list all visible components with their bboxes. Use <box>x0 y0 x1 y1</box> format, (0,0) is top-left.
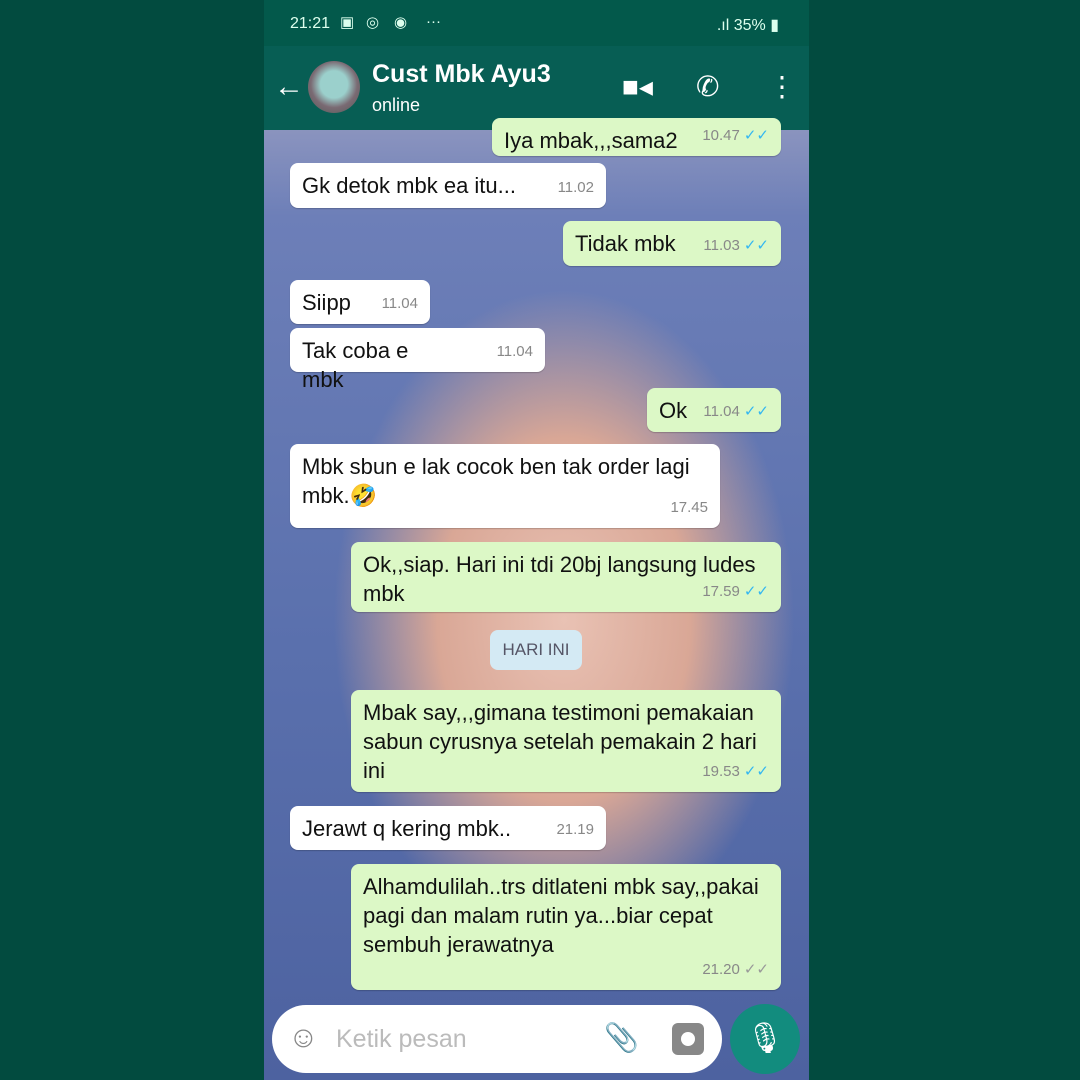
contact-name[interactable]: Cust Mbk Ayu3 <box>372 60 551 89</box>
message-input-bar: ☺ Ketik pesan 📎 <box>272 1005 722 1073</box>
double-check-icon: ✓✓ <box>743 403 769 420</box>
status-right: .ıl 35% ▮ <box>717 15 779 35</box>
incoming-message[interactable]: Jerawt q kering mbk.. 21.19 <box>290 806 606 850</box>
double-check-icon: ✓✓ <box>743 127 769 144</box>
outgoing-message[interactable]: Alhamdulilah..trs ditlateni mbk say,,pak… <box>351 864 781 990</box>
message-time: 19.53 <box>702 763 740 780</box>
chrome-icon: ◉ <box>394 14 408 31</box>
message-meta: 19.53 ✓✓ <box>702 757 769 786</box>
message-meta: 17.45 <box>670 493 708 522</box>
message-meta: 11.02 <box>558 173 594 202</box>
gallery-icon: ▣ <box>340 14 355 31</box>
message-time: 21.19 <box>556 821 594 838</box>
mic-button[interactable]: 🎙 <box>730 1004 800 1074</box>
outgoing-message[interactable]: Mbak say,,,gimana testimoni pemakaian sa… <box>351 690 781 792</box>
message-time: 11.02 <box>557 179 594 196</box>
status-time: 21:21 <box>290 15 331 32</box>
message-time: 11.04 <box>496 343 533 360</box>
message-time: 17.45 <box>670 499 708 516</box>
battery-icon: ▮ <box>770 17 779 34</box>
incoming-message[interactable]: Gk detok mbk ea itu... 11.02 <box>290 163 606 208</box>
date-divider: HARI INI <box>490 630 582 670</box>
double-check-icon: ✓✓ <box>743 763 769 780</box>
message-text: Siipp <box>302 290 351 315</box>
message-time: 21.20 <box>702 961 740 978</box>
message-meta: 21.19 <box>556 815 594 844</box>
message-meta: 21.20 ✓✓ <box>702 955 769 984</box>
phone-call-icon[interactable]: ✆ <box>696 70 719 103</box>
message-time: 10.47 <box>702 127 740 144</box>
double-check-icon: ✓✓ <box>743 237 769 254</box>
outgoing-message[interactable]: Ok,,siap. Hari ini tdi 20bj langsung lud… <box>351 542 781 612</box>
mic-icon: 🎙 <box>745 1022 785 1055</box>
message-meta: 11.03 ✓✓ <box>703 231 769 260</box>
back-arrow-icon[interactable]: ← <box>274 70 304 104</box>
avatar[interactable] <box>308 61 360 113</box>
message-time: 11.04 <box>703 403 740 420</box>
more-notifications-icon: ··· <box>426 13 441 30</box>
message-meta: 11.04 <box>497 337 533 366</box>
outgoing-message[interactable]: Iya mbak,,,sama2 10.47 ✓✓ <box>492 118 781 156</box>
message-text: Mbk sbun e lak cocok ben tak order lagi … <box>302 454 690 508</box>
incoming-message[interactable]: Tak coba e mbk 11.04 <box>290 328 545 392</box>
video-call-icon[interactable]: ■◂ <box>622 70 653 103</box>
message-text: Alhamdulilah..trs ditlateni mbk say,,pak… <box>363 874 759 957</box>
emoji-icon[interactable]: ☺ <box>288 1021 319 1055</box>
message-time: 11.04 <box>381 295 418 312</box>
phone-screen: 21:21 ▣ ◎ ◉ ··· .ıl 35% ▮ ← Cust Mbk Ayu… <box>264 0 809 1080</box>
message-text: Iya mbak,,,sama2 <box>504 128 678 153</box>
battery-text: 35% <box>733 17 766 34</box>
whatsapp-icon: ◎ <box>366 14 380 31</box>
message-meta: 11.04 ✓✓ <box>703 397 769 426</box>
message-meta: 17.59 ✓✓ <box>702 577 769 606</box>
message-text: Ok <box>659 398 688 423</box>
more-options-icon[interactable]: ⋮ <box>768 70 796 103</box>
incoming-message[interactable]: Siipp 11.04 <box>290 280 430 324</box>
signal-icon: .ıl <box>716 17 734 34</box>
message-time: 17.59 <box>702 583 740 600</box>
message-text: Tak coba e mbk <box>302 338 409 392</box>
message-text: Tidak mbk <box>575 231 676 256</box>
message-text: Gk detok mbk ea itu... <box>302 173 516 198</box>
attach-icon[interactable]: 📎 <box>604 1021 639 1054</box>
message-time: 11.03 <box>703 237 740 254</box>
message-input[interactable]: Ketik pesan <box>336 1025 467 1054</box>
status-bar: 21:21 ▣ ◎ ◉ ··· .ıl 35% ▮ <box>264 0 809 46</box>
message-meta: 11.04 <box>382 289 418 318</box>
message-text: Mbak say,,,gimana testimoni pemakaian sa… <box>363 700 757 783</box>
double-check-icon: ✓✓ <box>743 583 769 600</box>
contact-status: online <box>372 95 421 115</box>
incoming-message[interactable]: Mbk sbun e lak cocok ben tak order lagi … <box>290 444 720 528</box>
outgoing-message[interactable]: Tidak mbk 11.03 ✓✓ <box>563 221 781 266</box>
outgoing-message[interactable]: Ok 11.04 ✓✓ <box>647 388 781 432</box>
message-text: Ok,,siap. Hari ini tdi 20bj langsung lud… <box>363 552 756 606</box>
message-text: Jerawt q kering mbk.. <box>302 816 512 841</box>
double-check-icon: ✓✓ <box>743 961 769 978</box>
message-meta: 10.47 ✓✓ <box>702 121 769 150</box>
camera-icon[interactable] <box>672 1023 704 1055</box>
